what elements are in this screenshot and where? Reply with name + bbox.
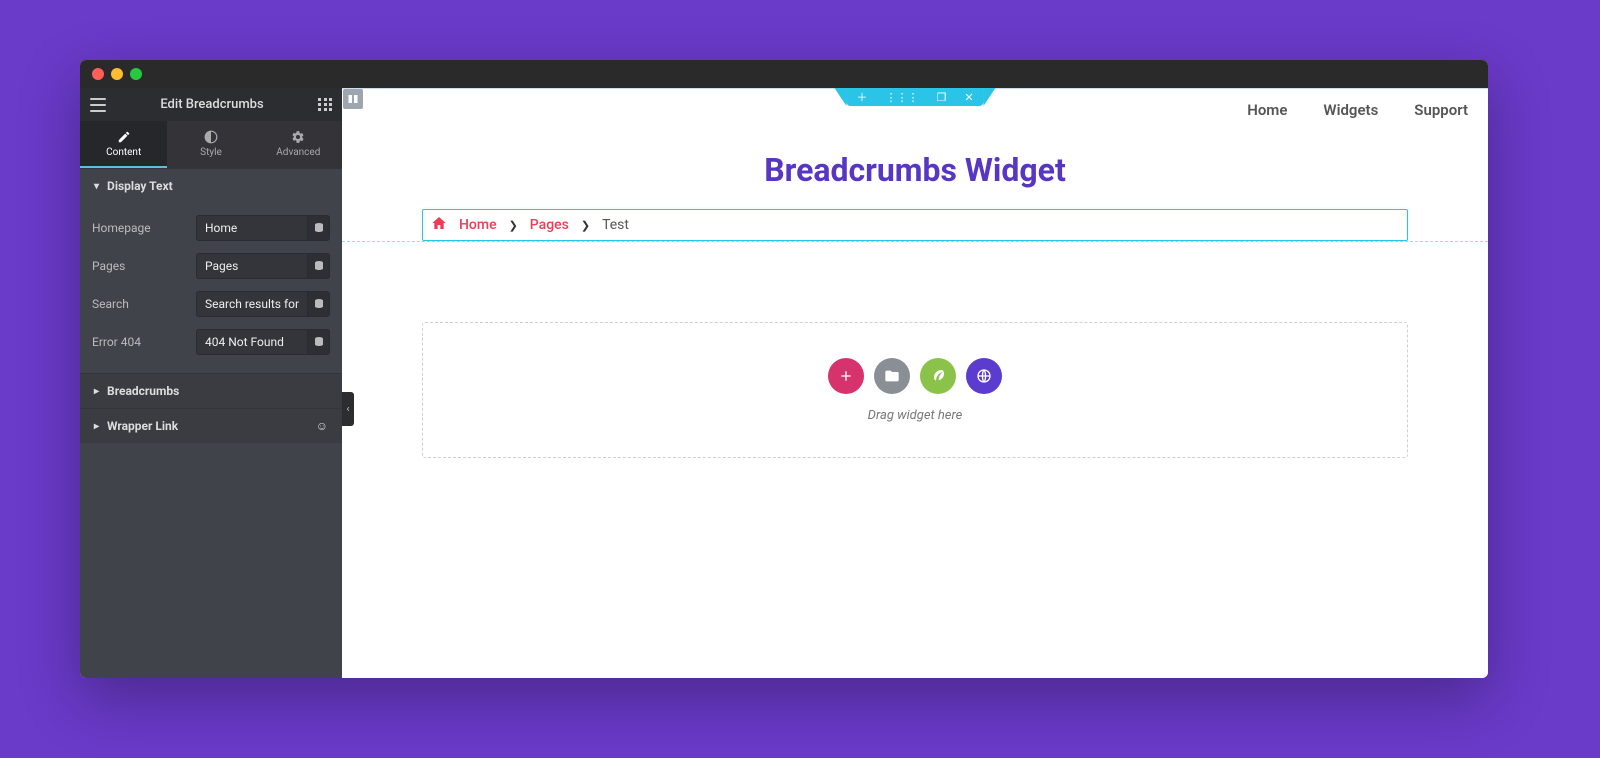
- error404-input[interactable]: [197, 330, 307, 354]
- page-title: Breadcrumbs Widget: [342, 151, 1488, 189]
- chevron-right-icon: ❯: [581, 219, 590, 232]
- pencil-icon: [117, 130, 131, 144]
- nav-link[interactable]: Widgets: [1323, 101, 1378, 119]
- field-error404: Error 404: [80, 323, 342, 361]
- search-input[interactable]: [197, 292, 307, 316]
- add-widget-chips: [828, 358, 1002, 394]
- section-handle: ＋ ⋮⋮⋮ ❐ ✕: [846, 88, 983, 106]
- window-maximize[interactable]: [130, 68, 142, 80]
- add-widget-button[interactable]: [828, 358, 864, 394]
- dynamic-tags-button[interactable]: [307, 254, 329, 278]
- database-icon: [313, 222, 325, 234]
- home-icon: [431, 215, 447, 235]
- dynamic-tags-button[interactable]: [307, 292, 329, 316]
- section-header-display-text[interactable]: ▾ Display Text: [80, 168, 342, 203]
- nav-link[interactable]: Support: [1414, 101, 1468, 119]
- field-homepage: Homepage: [80, 209, 342, 247]
- tab-advanced[interactable]: Advanced: [255, 121, 342, 168]
- leaf-icon: [930, 368, 946, 384]
- drop-hint: Drag widget here: [868, 408, 963, 423]
- dynamic-tags-button[interactable]: [307, 330, 329, 354]
- section-body-display-text: Homepage Pages: [80, 203, 342, 373]
- database-icon: [313, 260, 325, 272]
- edit-section-icon[interactable]: ⋮⋮⋮: [885, 91, 918, 104]
- caret-right-icon: ▸: [94, 386, 99, 397]
- homepage-input[interactable]: [197, 216, 307, 240]
- sidebar-collapse-handle[interactable]: ‹: [342, 392, 354, 426]
- editor-sidebar: Edit Breadcrumbs Content Style: [80, 88, 342, 678]
- delete-section-icon[interactable]: ✕: [964, 91, 973, 104]
- chevron-right-icon: ❯: [509, 219, 518, 232]
- tab-style[interactable]: Style: [167, 121, 254, 168]
- database-icon: [313, 298, 325, 310]
- field-search: Search: [80, 285, 342, 323]
- drop-area[interactable]: Drag widget here: [422, 322, 1408, 458]
- tab-content[interactable]: Content: [80, 121, 167, 168]
- caret-down-icon: ▾: [94, 181, 99, 192]
- field-label: Search: [92, 297, 188, 311]
- duplicate-section-icon[interactable]: ❐: [936, 91, 946, 104]
- info-icon: ☺: [316, 419, 328, 433]
- field-label: Error 404: [92, 335, 188, 349]
- caret-right-icon: ▸: [94, 421, 99, 432]
- site-nav: Home Widgets Support: [1247, 101, 1468, 119]
- breadcrumb-current: Test: [602, 217, 629, 233]
- contrast-icon: [204, 130, 218, 144]
- nav-link[interactable]: Home: [1247, 101, 1287, 119]
- envato-button[interactable]: [920, 358, 956, 394]
- folder-icon: [884, 368, 900, 384]
- field-label: Pages: [92, 259, 188, 273]
- add-template-button[interactable]: [874, 358, 910, 394]
- mode-tabs: Content Style Advanced: [80, 121, 342, 168]
- add-section-icon[interactable]: ＋: [856, 89, 867, 105]
- breadcrumb-item[interactable]: Pages: [530, 217, 569, 233]
- breadcrumb-widget[interactable]: Home ❯ Pages ❯ Test: [422, 209, 1408, 241]
- field-label: Homepage: [92, 221, 188, 235]
- widgets-grid-icon[interactable]: [318, 98, 332, 112]
- field-pages: Pages: [80, 247, 342, 285]
- global-button[interactable]: [966, 358, 1002, 394]
- app-window: Edit Breadcrumbs Content Style: [80, 60, 1488, 678]
- menu-icon[interactable]: [90, 98, 106, 112]
- sidebar-header: Edit Breadcrumbs: [80, 88, 342, 121]
- section-header-wrapper-link[interactable]: ▸ Wrapper Link ☺: [80, 408, 342, 443]
- gear-icon: [291, 130, 305, 144]
- dynamic-tags-button[interactable]: [307, 216, 329, 240]
- canvas: ＋ ⋮⋮⋮ ❐ ✕ Home Widgets Support Breadcrum…: [342, 88, 1488, 678]
- window-close[interactable]: [92, 68, 104, 80]
- window-minimize[interactable]: [111, 68, 123, 80]
- globe-icon: [976, 368, 992, 384]
- pages-input[interactable]: [197, 254, 307, 278]
- plus-icon: [838, 368, 854, 384]
- window-title-bar: [80, 60, 1488, 88]
- sidebar-title: Edit Breadcrumbs: [160, 97, 263, 112]
- section-header-breadcrumbs[interactable]: ▸ Breadcrumbs: [80, 373, 342, 408]
- database-icon: [313, 336, 325, 348]
- breadcrumb-item[interactable]: Home: [459, 217, 497, 233]
